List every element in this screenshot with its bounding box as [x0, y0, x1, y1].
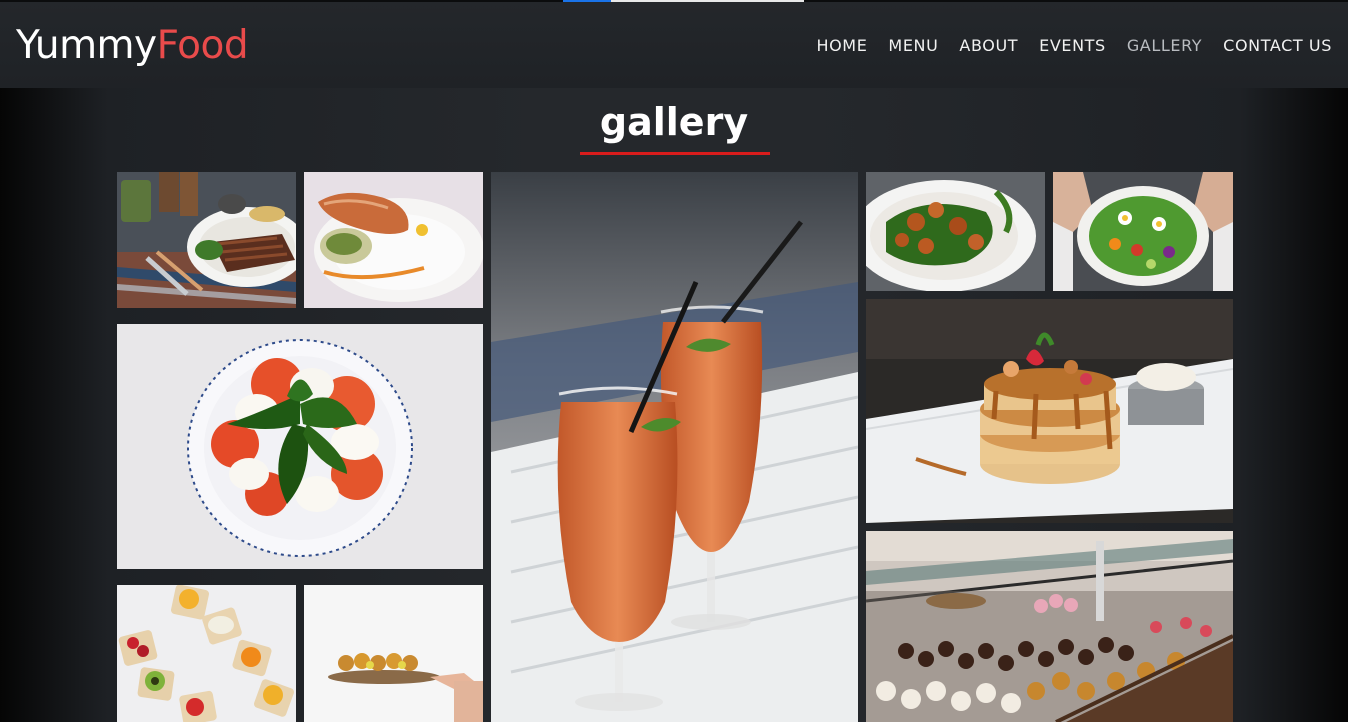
gallery-image-chicken-salad[interactable]: [866, 172, 1045, 291]
gallery-image-smoothies[interactable]: [491, 172, 858, 722]
nav-menu[interactable]: MENU: [888, 36, 938, 55]
gallery-title-underline: [580, 152, 770, 155]
gallery-title: gallery: [599, 100, 749, 144]
gallery-image-pancakes[interactable]: [866, 299, 1233, 523]
gallery-image-steak[interactable]: [117, 172, 296, 308]
brand-logo-part1: Yummy: [16, 22, 157, 68]
nav-contact-us[interactable]: CONTACT US: [1223, 36, 1332, 55]
gallery-image-appetizers[interactable]: [304, 585, 483, 722]
main-nav: HOME MENU ABOUT EVENTS GALLERY CONTACT U…: [816, 36, 1332, 55]
nav-gallery[interactable]: GALLERY: [1127, 36, 1202, 55]
gallery-image-pastry-display[interactable]: [866, 531, 1233, 722]
brand-logo[interactable]: YummyFood: [16, 22, 249, 68]
gallery-image-toasts[interactable]: [117, 585, 296, 722]
nav-about[interactable]: ABOUT: [959, 36, 1018, 55]
gallery-image-salmon[interactable]: [304, 172, 483, 308]
nav-events[interactable]: EVENTS: [1039, 36, 1106, 55]
gallery-image-caprese[interactable]: [117, 324, 483, 569]
brand-logo-part2: Food: [156, 22, 249, 68]
nav-home[interactable]: HOME: [816, 36, 867, 55]
site-header: YummyFood HOME MENU ABOUT EVENTS GALLERY…: [0, 2, 1348, 88]
gallery-image-green-salad[interactable]: [1053, 172, 1233, 291]
gallery-section: gallery: [0, 88, 1348, 722]
